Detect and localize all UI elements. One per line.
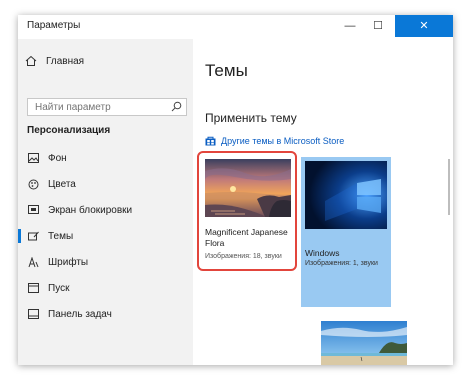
theme-meta: Изображения: 1, звуки: [305, 260, 378, 267]
title-bar: Параметры — ☐ ✕: [18, 15, 453, 39]
theme-name: Magnificent Japanese Flora: [205, 227, 288, 248]
theme-name: Windows: [305, 248, 340, 258]
sidebar-item-label: Фон: [48, 152, 67, 164]
font-icon: [27, 256, 39, 268]
sidebar-item-label: Цвета: [48, 178, 76, 190]
apply-theme-heading: Применить тему: [205, 111, 297, 125]
home-link[interactable]: Главная: [25, 51, 84, 71]
maximize-button[interactable]: ☐: [367, 15, 389, 37]
theme-tile-flora[interactable]: Magnificent Japanese Flora Изображения: …: [205, 159, 291, 267]
sidebar: Главная Персонализация Фон Цвета: [18, 39, 193, 365]
main-content: Темы Применить тему Другие темы в Micros…: [193, 39, 453, 365]
sidebar-item-label: Экран блокировки: [48, 204, 133, 216]
sidebar-item-lock-screen[interactable]: Экран блокировки: [18, 198, 193, 222]
sidebar-item-taskbar[interactable]: Панель задач: [18, 302, 193, 326]
sidebar-item-colors[interactable]: Цвета: [18, 172, 193, 196]
search-box[interactable]: [27, 98, 187, 116]
store-link-label: Другие темы в Microsoft Store: [221, 136, 345, 146]
page-title: Темы: [205, 61, 248, 80]
lock-screen-icon: [27, 204, 39, 216]
home-icon: [25, 55, 37, 66]
theme-preview-image: [305, 161, 387, 229]
theme-tile-beach[interactable]: [321, 321, 407, 365]
theme-meta: Изображения: 18, звуки: [205, 253, 282, 260]
home-label: Главная: [46, 55, 85, 67]
sidebar-item-background[interactable]: Фон: [18, 146, 193, 170]
settings-window: Параметры — ☐ ✕ Главная Персонализация Ф…: [18, 15, 453, 365]
sidebar-item-start[interactable]: Пуск: [18, 276, 193, 300]
section-title: Персонализация: [27, 125, 111, 136]
theme-preview-image: [205, 159, 291, 217]
minimize-button[interactable]: —: [339, 15, 361, 37]
sidebar-item-label: Шрифты: [48, 256, 89, 268]
search-input[interactable]: [33, 101, 167, 114]
start-icon: [27, 282, 39, 294]
sidebar-item-themes[interactable]: Темы: [18, 224, 193, 248]
taskbar-icon: [27, 308, 39, 320]
scrollbar[interactable]: [448, 159, 450, 215]
palette-icon: [27, 178, 39, 190]
brush-icon: [27, 230, 39, 242]
sidebar-item-fonts[interactable]: Шрифты: [18, 250, 193, 274]
close-button[interactable]: ✕: [395, 15, 453, 37]
theme-preview-image: [321, 321, 407, 365]
window-title: Параметры: [27, 20, 81, 31]
sidebar-item-label: Панель задач: [48, 308, 112, 320]
sidebar-item-label: Темы: [48, 230, 74, 242]
theme-tile-windows[interactable]: Windows Изображения: 1, звуки: [301, 157, 391, 307]
store-link[interactable]: Другие темы в Microsoft Store: [205, 136, 344, 146]
sidebar-item-label: Пуск: [48, 282, 70, 294]
image-icon: [27, 152, 39, 164]
store-icon: [205, 136, 216, 146]
search-icon: [171, 101, 182, 112]
